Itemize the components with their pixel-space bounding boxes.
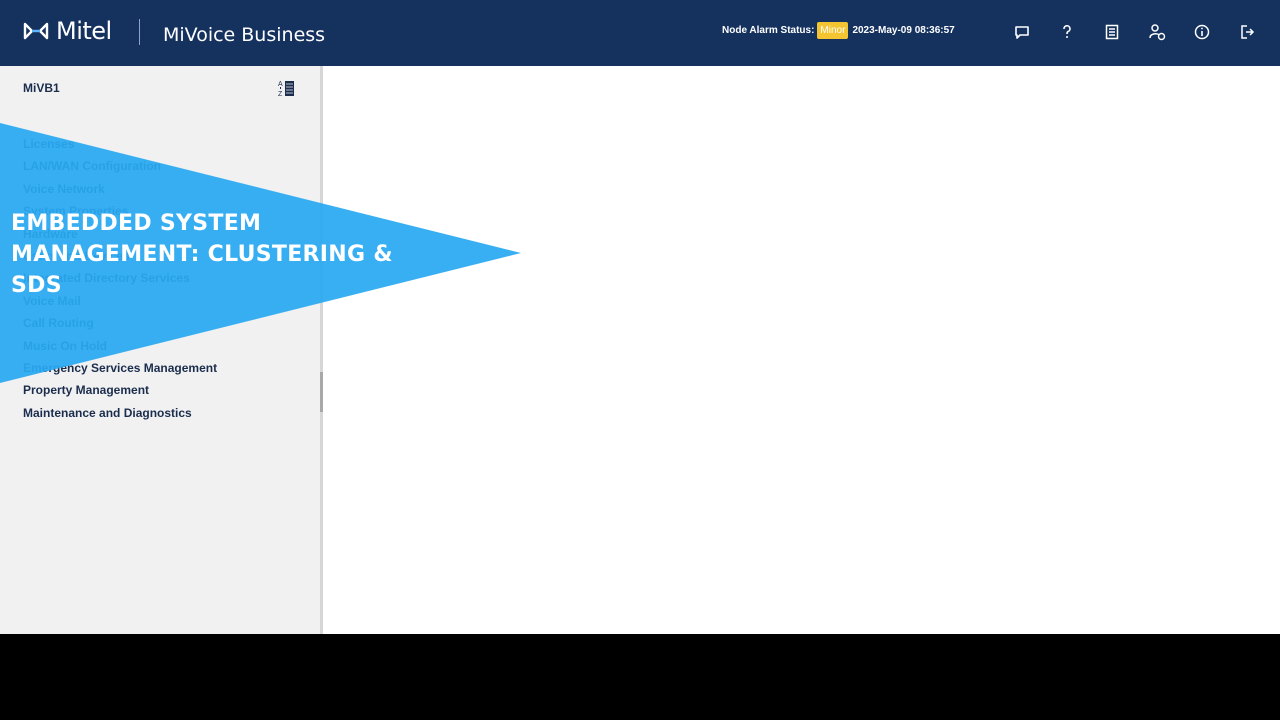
sidebar-nav: Licenses LAN/WAN Configuration Voice Net… [23, 137, 217, 428]
product-name: MiVoice Business [163, 24, 326, 46]
sidebar-item-users-and-devices[interactable]: Users and Devices [23, 249, 217, 271]
alarm-status-badge[interactable]: Minor [817, 22, 849, 39]
mitel-logo[interactable]: Mitel [22, 17, 112, 45]
sidebar-item-music-on-hold[interactable]: Music On Hold [23, 339, 217, 361]
user-settings-icon [1149, 24, 1166, 41]
top-header: Mitel MiVoice Business Node Alarm Status… [0, 0, 1280, 66]
alarm-timestamp: 2023-May-09 08:36:57 [852, 25, 955, 36]
info-icon [1194, 24, 1210, 40]
sidebar-resize-border[interactable] [320, 66, 323, 634]
node-alarm-status: Node Alarm Status: Minor 2023-May-09 08:… [722, 22, 955, 39]
sidebar-item-integrated-directory-services[interactable]: Integrated Directory Services [23, 271, 217, 293]
sidebar-item-voice-network[interactable]: Voice Network [23, 182, 217, 204]
help-button[interactable] [1055, 20, 1079, 44]
list-button[interactable] [1100, 20, 1124, 44]
svg-text:A: A [278, 81, 283, 88]
logout-button[interactable] [1235, 20, 1259, 44]
app-window: Mitel MiVoice Business Node Alarm Status… [0, 0, 1280, 634]
header-divider [139, 19, 140, 45]
sidebar-item-system-properties[interactable]: System Properties [23, 204, 217, 226]
alarm-label: Node Alarm Status: [722, 25, 815, 36]
sort-alphabetical-icon[interactable]: A Z [276, 78, 296, 98]
logout-icon [1241, 25, 1255, 39]
sidebar-item-property-management[interactable]: Property Management [23, 383, 217, 405]
sidebar-item-lan-wan-configuration[interactable]: LAN/WAN Configuration [23, 159, 217, 181]
chat-icon [1015, 26, 1029, 39]
sidebar-item-emergency-services-management[interactable]: Emergency Services Management [23, 361, 217, 383]
sidebar-item-licenses[interactable]: Licenses [23, 137, 217, 159]
node-title: MiVB1 [23, 81, 60, 95]
sidebar-resize-handle[interactable] [320, 372, 323, 412]
sidebar-item-call-routing[interactable]: Call Routing [23, 316, 217, 338]
sidebar-item-maintenance-and-diagnostics[interactable]: Maintenance and Diagnostics [23, 406, 217, 428]
chat-button[interactable] [1010, 20, 1034, 44]
list-icon [1105, 24, 1119, 40]
brand-name: Mitel [56, 17, 112, 45]
sidebar-item-hardware[interactable]: Hardware [23, 227, 217, 249]
svg-text:Z: Z [278, 91, 283, 98]
help-icon [1063, 25, 1071, 38]
sidebar-item-voice-mail[interactable]: Voice Mail [23, 294, 217, 316]
info-button[interactable] [1190, 20, 1214, 44]
mitel-logo-icon [23, 22, 49, 40]
user-settings-button[interactable] [1145, 20, 1169, 44]
